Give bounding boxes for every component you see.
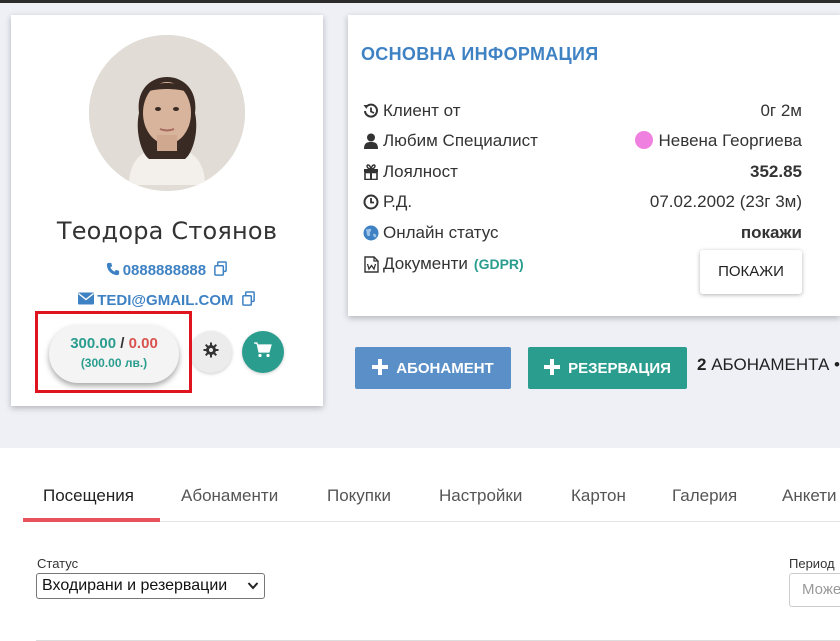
plus-icon — [372, 357, 389, 379]
client-tabs-panel: Посещения Абонаменти Покупки Настройки К… — [0, 448, 840, 641]
status-label: Статус — [37, 556, 79, 571]
subscription-count: 2 АБОНАМЕНТА • — [697, 355, 840, 375]
tab-subscriptions[interactable]: Абонаменти — [181, 486, 278, 506]
info-label: Документи — [383, 254, 468, 273]
add-reservation-label: РЕЗЕРВАЦИЯ — [568, 359, 671, 377]
chevron-down-icon — [247, 574, 259, 606]
cart-icon — [254, 341, 272, 363]
active-tab-indicator — [23, 518, 160, 522]
profile-card: Теодора Стоянов 0888888888 TEDI@GMAIL.CO… — [11, 15, 323, 406]
status-selected-value: Входирани и резервации — [42, 577, 228, 594]
info-label: Клиент от — [383, 101, 461, 120]
specialist-color-dot — [634, 131, 653, 149]
email-address[interactable]: TEDI@GMAIL.COM — [97, 292, 233, 309]
info-value: 0г 2м — [760, 101, 802, 120]
gdpr-label: (GDPR) — [473, 256, 524, 272]
online-status-show-link[interactable]: покажи — [741, 223, 802, 243]
add-subscription-label: АБОНАМЕНТ — [396, 359, 494, 377]
info-row-online-status: Онлайн статус покажи — [362, 223, 802, 245]
phone-number[interactable]: 0888888888 — [123, 262, 206, 279]
info-row-birthdate: Р.Д. 07.02.2002 (23г 3м) — [362, 192, 802, 214]
cart-button[interactable] — [242, 331, 284, 373]
subscription-count-number: 2 — [697, 355, 707, 374]
tab-purchases[interactable]: Покупки — [327, 486, 391, 506]
specialist-name: Невена Георгиева — [658, 131, 802, 150]
client-photo — [89, 35, 245, 191]
period-label: Период — [789, 556, 835, 571]
info-value-specialist: Невена Георгиева — [634, 131, 802, 151]
gear-icon — [203, 342, 219, 363]
period-input[interactable]: Можете — [789, 573, 840, 607]
email-link[interactable]: TEDI@GMAIL.COM — [11, 291, 323, 310]
tab-surveys[interactable]: Анкети — [782, 486, 837, 506]
info-label: Онлайн статус — [383, 223, 499, 242]
info-value: 352.85 — [750, 162, 802, 181]
avatar — [89, 35, 245, 191]
gift-icon — [362, 164, 380, 180]
document-icon — [362, 255, 380, 273]
envelope-icon — [78, 292, 95, 309]
top-bar — [0, 0, 840, 3]
phone-icon — [106, 262, 120, 280]
balance-negative: 0.00 — [128, 335, 158, 352]
tab-visits[interactable]: Посещения — [43, 486, 134, 506]
phone-link[interactable]: 0888888888 — [11, 261, 323, 280]
info-value: 07.02.2002 (23г 3м) — [649, 192, 802, 211]
plus-icon — [544, 357, 561, 379]
info-row-client-since: Клиент от 0г 2м — [362, 101, 802, 123]
info-label: Любим Специалист — [383, 131, 538, 150]
subscription-count-text: АБОНАМЕНТА • — [711, 355, 840, 374]
tab-card[interactable]: Картон — [571, 486, 626, 506]
settings-button[interactable] — [190, 331, 232, 373]
info-label: Р.Д. — [383, 192, 413, 211]
globe-icon — [362, 225, 380, 241]
show-documents-button[interactable]: ПОКАЖИ — [700, 250, 802, 294]
history-icon — [362, 103, 380, 119]
balance-positive: 300.00 — [70, 335, 117, 352]
balance-separator: / — [120, 335, 125, 352]
info-row-loyalty: Лоялност 352.85 — [362, 162, 802, 184]
balance-total: (300.00 лв.) — [80, 356, 148, 370]
clock-icon — [362, 194, 380, 210]
status-select[interactable]: Входирани и резервации — [36, 573, 265, 599]
basic-info-card: ОСНОВНА ИНФОРМАЦИЯ Клиент от 0г 2м Любим… — [348, 15, 840, 316]
info-label: Лоялност — [383, 162, 458, 181]
copy-email-icon[interactable] — [241, 291, 256, 310]
balance-button[interactable]: 300.00 / 0.00 (300.00 лв.) — [49, 325, 179, 383]
tab-settings[interactable]: Настройки — [439, 486, 522, 506]
tab-gallery[interactable]: Галерия — [672, 486, 737, 506]
info-row-favorite-specialist: Любим Специалист Невена Георгиева — [362, 131, 802, 153]
copy-phone-icon[interactable] — [213, 261, 228, 280]
user-icon — [362, 133, 380, 149]
info-title: ОСНОВНА ИНФОРМАЦИЯ — [361, 44, 599, 64]
add-reservation-button[interactable]: РЕЗЕРВАЦИЯ — [528, 347, 687, 389]
tab-bar: Посещения Абонаменти Покупки Настройки К… — [23, 448, 840, 522]
client-name: Теодора Стоянов — [56, 217, 278, 245]
add-subscription-button[interactable]: АБОНАМЕНТ — [355, 347, 511, 389]
